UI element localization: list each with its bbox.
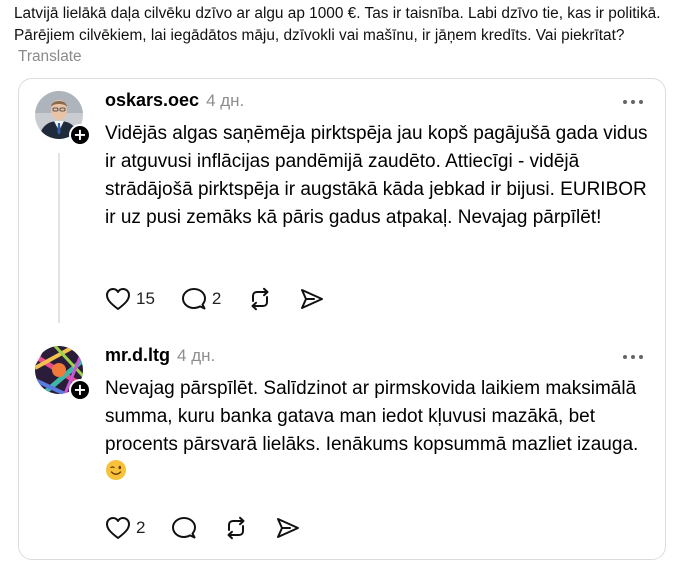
- follow-plus-icon[interactable]: +: [69, 124, 91, 146]
- post-header: mr.d.ltg 4 дн.: [105, 345, 215, 369]
- repost-button[interactable]: [247, 287, 273, 311]
- share-button[interactable]: [299, 287, 325, 311]
- intro-text: Latvijā lielākā daļa cilvēku dzīvo ar al…: [14, 5, 661, 44]
- share-button[interactable]: [275, 516, 301, 540]
- like-button[interactable]: 15: [105, 287, 155, 311]
- heart-icon: [106, 288, 130, 310]
- like-button[interactable]: 2: [105, 516, 145, 540]
- repost-button[interactable]: [223, 516, 249, 540]
- more-dots-icon[interactable]: [623, 355, 643, 361]
- like-count: 2: [136, 518, 146, 537]
- repost-icon: [251, 287, 269, 311]
- comment-icon: [172, 517, 197, 539]
- comment-icon: [181, 288, 206, 310]
- action-bar: 2: [105, 516, 327, 540]
- timestamp[interactable]: 4 дн.: [177, 346, 215, 366]
- post-text-content: Nevajag pārspīlēt. Salīdzinot ar pirmsko…: [105, 378, 639, 455]
- send-icon: [301, 289, 324, 309]
- replies-card: + oskars.oec 4 дн. Vidējās algas saņēmēj…: [18, 78, 666, 560]
- reply-post: + oskars.oec 4 дн. Vidējās algas saņēmēj…: [19, 79, 665, 333]
- reply-count: 2: [211, 289, 222, 308]
- reply-post: + mr.d.ltg 4 дн. Nevajag pārspīlēt. Salī…: [19, 334, 665, 560]
- more-dots-icon[interactable]: [623, 100, 643, 106]
- timestamp[interactable]: 4 дн.: [206, 91, 244, 111]
- send-icon: [277, 518, 300, 538]
- post-header: oskars.oec 4 дн.: [105, 90, 244, 114]
- reply-button[interactable]: 2: [181, 287, 221, 311]
- username[interactable]: mr.d.ltg: [105, 345, 170, 366]
- post-text: Vidējās algas saņēmēja pirktspēja jau ko…: [105, 123, 648, 228]
- intro-post-text: Latvijā lielākā daļa cilvēku dzīvo ar al…: [14, 3, 674, 68]
- heart-icon: [106, 517, 130, 539]
- action-bar: 15 2: [105, 287, 351, 311]
- translate-link[interactable]: Translate: [18, 48, 82, 65]
- post-text: Nevajag pārspīlēt. Salīdzinot ar pirmsko…: [105, 375, 655, 490]
- like-count: 15: [136, 289, 155, 308]
- thread-line: [58, 153, 60, 323]
- repost-icon: [227, 516, 245, 540]
- username[interactable]: oskars.oec: [105, 90, 199, 111]
- follow-plus-icon[interactable]: +: [69, 379, 91, 401]
- reply-button[interactable]: [171, 516, 197, 540]
- wink-emoji-icon: [105, 459, 127, 490]
